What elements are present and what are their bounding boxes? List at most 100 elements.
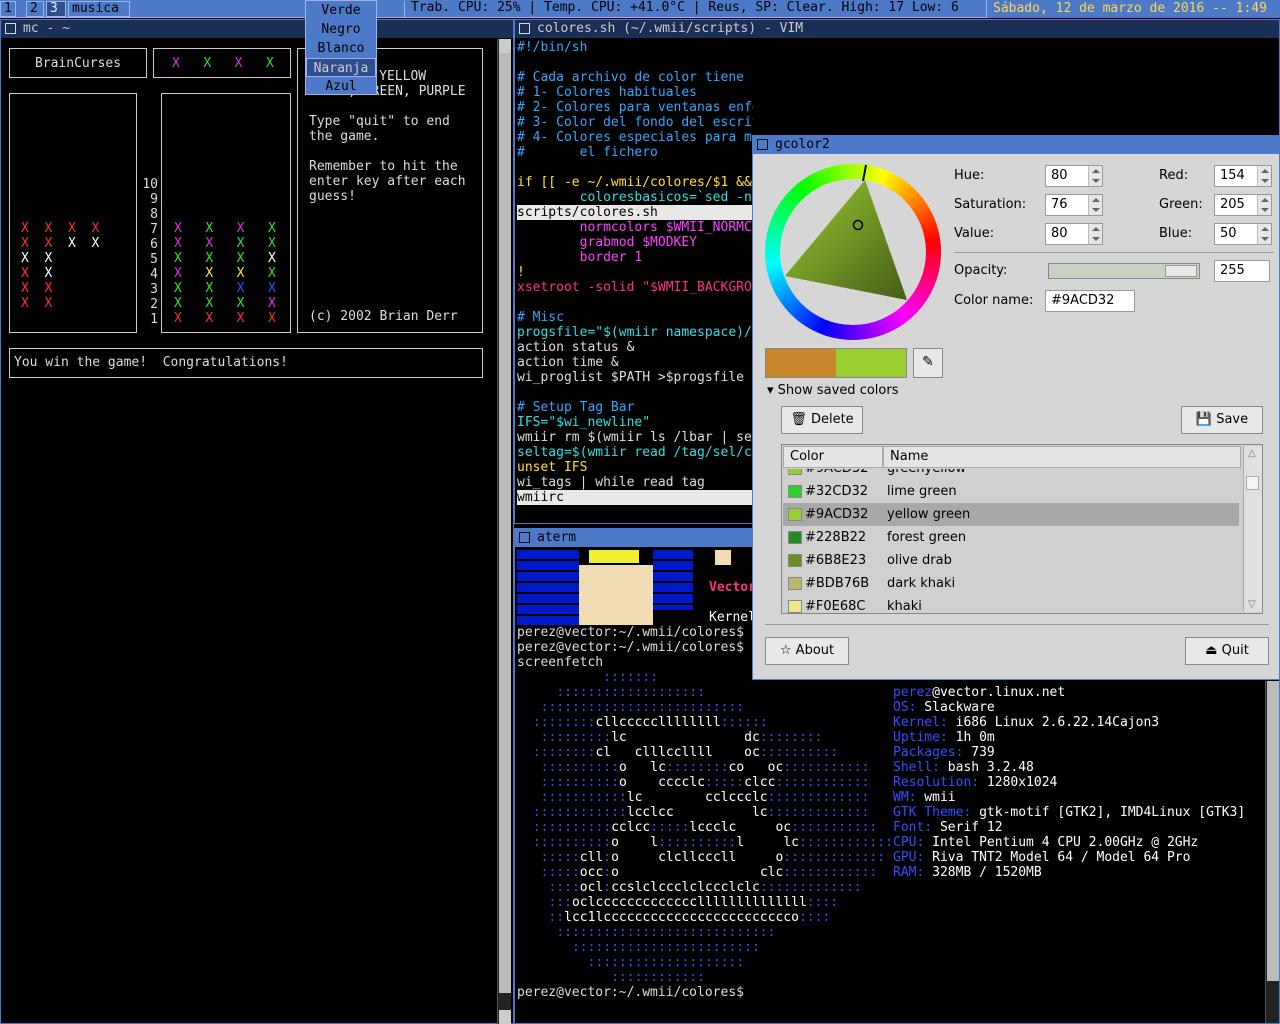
list-scroll-thumb[interactable] xyxy=(1246,476,1259,490)
scroll-thumb[interactable] xyxy=(1267,681,1279,981)
scroll-up-icon[interactable]: △ xyxy=(1248,448,1256,459)
vim-line: #!/bin/sh xyxy=(517,40,588,55)
info-line: perez@vector.linux.net xyxy=(893,685,1245,700)
save-button[interactable]: 💾 Save xyxy=(1181,406,1263,434)
info-line: Uptime: 1h 0m xyxy=(893,730,1245,745)
quit-button[interactable]: ⏏ Quit xyxy=(1185,637,1269,665)
red-spinner[interactable]: 154 xyxy=(1214,165,1272,187)
saturation-value: 76 xyxy=(1051,197,1068,212)
vim-line: # 1- Colores habituales xyxy=(517,85,698,100)
green-spinner[interactable]: 205 xyxy=(1214,194,1272,216)
vim-line: grabmod $MODKEY xyxy=(517,235,698,250)
hue-ring-segment[interactable] xyxy=(852,323,858,340)
scroll-down-icon[interactable]: ▽ xyxy=(1248,599,1256,610)
command-line: screenfetch xyxy=(517,655,604,670)
prompt-line-1: perez@vector:~/.wmii/colores$ xyxy=(517,625,744,640)
separator xyxy=(765,624,1269,625)
info-line: RAM: 328MB / 1520MB xyxy=(893,865,1245,880)
spin-arrows-icon[interactable] xyxy=(1088,166,1102,186)
win-message: You win the game! Congratulations! xyxy=(14,355,288,370)
menu-item-naranja[interactable]: Naranja xyxy=(306,58,376,77)
info-key: RAM: xyxy=(893,865,925,880)
blue-spinner[interactable]: 50 xyxy=(1214,223,1272,245)
info-line: GPU: Riva TNT2 Model 64 / Model 64 Pro xyxy=(893,850,1245,865)
info-value: Slackware xyxy=(916,700,995,715)
tag-1[interactable]: 1 xyxy=(0,1,16,17)
info-line: WM: wmii xyxy=(893,790,1245,805)
spin-arrows-icon[interactable] xyxy=(1088,195,1102,215)
logo-line: ::::::::cllcccccllllllll:::::: xyxy=(532,715,768,730)
scroll-down-arrow[interactable] xyxy=(499,1010,511,1024)
spin-arrows-icon[interactable] xyxy=(1257,224,1271,244)
tag-2[interactable]: 2 xyxy=(26,1,44,17)
tag-3[interactable]: 3 xyxy=(46,1,66,17)
kernel-label: Kernel xyxy=(709,610,756,625)
tag-musica[interactable]: musica xyxy=(68,1,130,17)
info-value: 1280x1024 xyxy=(979,775,1058,790)
color-hex: #BDB76B xyxy=(805,576,870,591)
saved-color-row[interactable]: #228B22 forest green xyxy=(783,526,1239,549)
menu-item-azul[interactable]: Azul xyxy=(306,77,376,96)
hue-ring-segment[interactable] xyxy=(924,247,941,253)
color-wheel[interactable] xyxy=(765,164,941,340)
saved-color-row[interactable]: #9ACD32 greenyellow xyxy=(783,469,1239,480)
saved-color-row[interactable]: #9ACD32 yellow green xyxy=(783,503,1239,526)
vim-buffer[interactable]: #!/bin/sh # Cada archivo de color tiene … xyxy=(517,40,753,505)
saved-color-row[interactable]: #F0E68C khaki xyxy=(783,595,1239,613)
vim-line: wi_proglist $PATH >$progsfile xyxy=(517,370,744,385)
value-label: Value: xyxy=(954,226,995,241)
column-header-name[interactable]: Name xyxy=(883,446,1241,468)
scroll-thumb[interactable] xyxy=(499,53,511,993)
color-scheme-menu: Verde Negro Blanco Naranja Azul xyxy=(305,0,377,95)
color-swatch xyxy=(788,469,802,475)
trash-icon: 🗑 xyxy=(790,412,807,427)
column-header-color[interactable]: Color xyxy=(783,446,883,468)
saturation-label: Saturation: xyxy=(954,197,1027,212)
menu-item-blanco[interactable]: Blanco xyxy=(306,39,376,58)
about-button[interactable]: ☆ About xyxy=(765,637,849,665)
color-swatch xyxy=(788,508,802,521)
hue-spinner[interactable]: 80 xyxy=(1045,165,1103,187)
info-value: i686 Linux 2.6.22.14Cajon3 xyxy=(947,715,1160,730)
spin-arrows-icon[interactable] xyxy=(1257,195,1271,215)
aterm-scrollbar[interactable] xyxy=(1265,681,1279,1023)
game-title: BrainCurses xyxy=(34,56,122,71)
saved-color-row[interactable]: #32CD32 lime green xyxy=(783,480,1239,503)
spin-arrows-icon[interactable] xyxy=(1257,166,1271,186)
vim-line: seltag=$(wmiir read /tag/sel/c xyxy=(517,445,752,460)
info-line: GTK Theme: gtk-motif [GTK2], IMD4Linux [… xyxy=(893,805,1245,820)
opacity-field[interactable]: 255 xyxy=(1214,260,1270,282)
hue-value: 80 xyxy=(1051,168,1068,183)
spin-arrows-icon[interactable] xyxy=(1088,224,1102,244)
info-key: Packages: xyxy=(893,745,964,760)
info-key: Font: xyxy=(893,820,933,835)
value-spinner[interactable]: 80 xyxy=(1045,223,1103,245)
secret-code-box: X X X X xyxy=(153,48,291,78)
color-swatch xyxy=(788,600,802,613)
saved-color-row[interactable]: #BDB76B dark khaki xyxy=(783,572,1239,595)
menu-item-negro[interactable]: Negro xyxy=(306,20,376,39)
opacity-slider-thumb[interactable] xyxy=(1165,265,1197,277)
opacity-value: 255 xyxy=(1220,263,1245,278)
color-name: forest green xyxy=(887,530,967,545)
vim-line xyxy=(517,385,753,400)
eyedropper-button[interactable]: ✎ xyxy=(913,348,943,378)
hue-ring-segment[interactable] xyxy=(765,251,782,257)
delete-button[interactable]: 🗑 Delete xyxy=(781,406,863,434)
opacity-slider[interactable] xyxy=(1048,263,1200,279)
color-name: greenyellow xyxy=(887,469,966,480)
saturation-spinner[interactable]: 76 xyxy=(1045,194,1103,216)
color-name-field[interactable]: #9ACD32 xyxy=(1045,290,1135,312)
saved-color-row[interactable]: #6B8E23 olive drab xyxy=(783,549,1239,572)
expander-arrow-icon: ▾ xyxy=(767,383,774,398)
gcolor2-window: gcolor2 ✎ Hue: 80 Saturation: 76 Value: … xyxy=(752,135,1280,680)
color-swatch xyxy=(788,554,802,567)
menu-item-verde[interactable]: Verde xyxy=(306,1,376,20)
list-scrollbar[interactable]: △ ▽ xyxy=(1243,446,1262,612)
hue-ring-segment[interactable] xyxy=(848,164,854,181)
scroll-up-arrow[interactable] xyxy=(499,39,511,53)
show-saved-expander[interactable]: ▾ Show saved colors xyxy=(767,383,898,398)
ascii-art-right xyxy=(653,550,693,610)
mc-scrollbar[interactable] xyxy=(497,39,511,1024)
info-key: OS: xyxy=(893,700,917,715)
